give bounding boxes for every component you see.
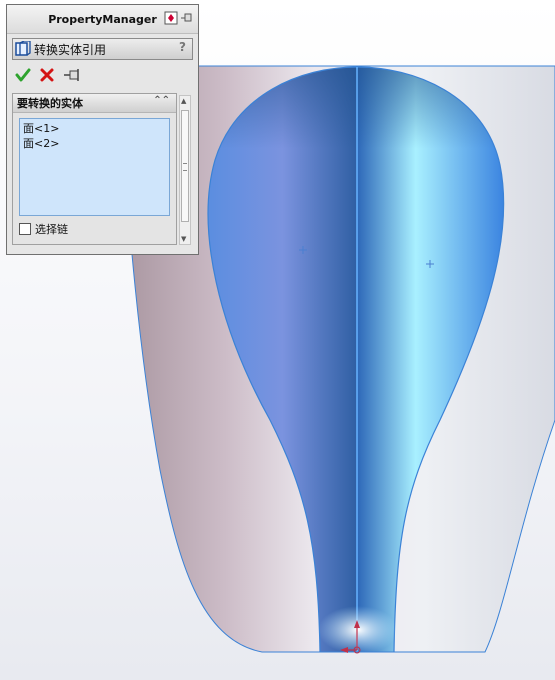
select-chain-row[interactable]: 选择链: [19, 221, 68, 237]
scroll-thumb[interactable]: [181, 110, 189, 222]
list-item[interactable]: 面<2>: [23, 136, 166, 151]
panel-scrollbar[interactable]: ▲ ▼: [179, 95, 191, 245]
selection-list[interactable]: 面<1> 面<2>: [19, 118, 170, 216]
list-item[interactable]: 面<1>: [23, 121, 166, 136]
panel-title: PropertyManager: [48, 12, 157, 26]
panel-title-bar: PropertyManager: [7, 5, 198, 34]
pin-icon[interactable]: [180, 11, 194, 25]
collapse-panel-icon[interactable]: [164, 11, 178, 25]
property-manager-panel: PropertyManager 转换实体引用 ? 要转换的实体 ⌃⌃ 面<1> …: [6, 4, 199, 255]
feature-header: 转换实体引用 ?: [12, 38, 193, 60]
ok-check-icon[interactable]: [15, 67, 31, 83]
cancel-x-icon[interactable]: [39, 67, 55, 83]
scroll-up-arrow-icon[interactable]: ▲: [181, 97, 186, 105]
action-buttons: [7, 60, 198, 84]
convert-entities-icon: [15, 40, 31, 57]
select-chain-checkbox[interactable]: [19, 223, 31, 235]
group-header[interactable]: 要转换的实体 ⌃⌃: [13, 94, 176, 113]
scroll-down-arrow-icon[interactable]: ▼: [181, 235, 186, 243]
group-title: 要转换的实体: [17, 97, 83, 110]
feature-title: 转换实体引用: [34, 42, 107, 57]
double-chevron-up-icon[interactable]: ⌃⌃: [153, 95, 170, 106]
grip-icon: [183, 163, 187, 171]
help-button[interactable]: ?: [179, 40, 186, 54]
entities-to-convert-group: 要转换的实体 ⌃⌃ 面<1> 面<2> 选择链: [12, 93, 177, 245]
select-chain-label: 选择链: [35, 223, 68, 236]
pushpin-icon[interactable]: [63, 67, 83, 83]
